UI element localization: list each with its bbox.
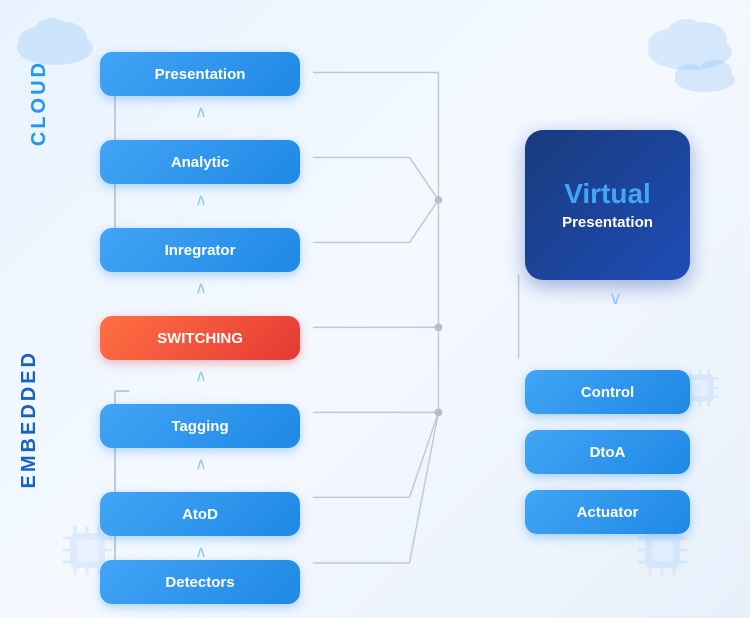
actuator-box: Actuator — [525, 490, 690, 534]
presentation-box: Presentation — [100, 52, 300, 96]
chevron-3: ∧ — [186, 278, 216, 298]
chevron-4: ∧ — [186, 366, 216, 386]
cloud-decor-1 — [10, 10, 100, 70]
chevron-2: ∧ — [186, 190, 216, 210]
tagging-box: Tagging — [100, 404, 300, 448]
integrator-box: Inregrator — [100, 228, 300, 272]
chevron-1: ∧ — [186, 102, 216, 122]
dtoa-box: DtoA — [525, 430, 690, 474]
chevron-6: ∧ — [186, 542, 216, 562]
embedded-label: EMBEDDED — [18, 350, 41, 488]
atod-box: AtoD — [100, 492, 300, 536]
virtual-title: Virtual — [564, 179, 651, 210]
control-box: Control — [525, 370, 690, 414]
chevron-virtual-down: ∨ — [609, 288, 622, 309]
virtual-presentation-box: Virtual Presentation — [525, 130, 690, 280]
diagram-container: Presentation ∧ Analytic ∧ Inregrator ∧ S… — [100, 30, 690, 590]
switching-box: SWITCHING — [100, 316, 300, 360]
detectors-box: Detectors — [100, 560, 300, 604]
chevron-5: ∧ — [186, 454, 216, 474]
cloud-label: CLOUD — [28, 60, 51, 146]
virtual-subtitle: Presentation — [562, 214, 653, 231]
analytic-box: Analytic — [100, 140, 300, 184]
